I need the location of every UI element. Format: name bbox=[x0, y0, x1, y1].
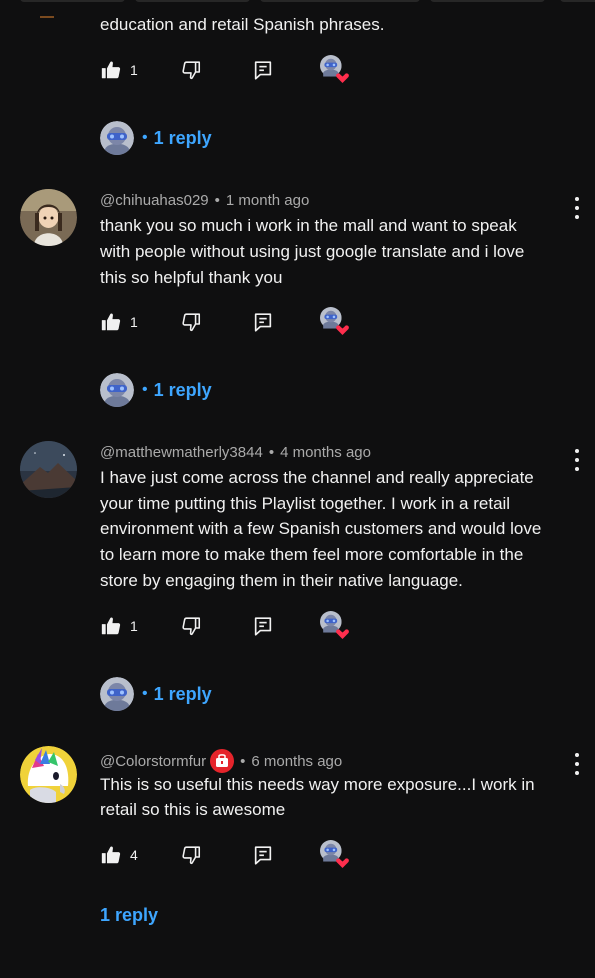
comment-actions: 1 bbox=[100, 613, 360, 639]
dislike-button[interactable] bbox=[180, 57, 202, 83]
comment-text-line: to learn more to make them feel more com… bbox=[100, 545, 524, 564]
dislike-button[interactable] bbox=[180, 842, 202, 868]
creator-heart-icon bbox=[320, 611, 349, 639]
more-vert-icon[interactable] bbox=[567, 197, 587, 219]
reply-separator: • bbox=[142, 129, 148, 146]
comment-text-line: with people without using just google tr… bbox=[100, 242, 525, 261]
filter-chip[interactable] bbox=[20, 0, 125, 2]
comment-meta: @chihuahas029 • 1 month ago bbox=[100, 192, 309, 209]
thumbs-up-icon bbox=[100, 59, 122, 81]
meta-separator: • bbox=[240, 752, 246, 770]
creator-heart-icon bbox=[320, 307, 349, 335]
comment-text-line: retail so this is awesome bbox=[100, 800, 286, 819]
like-count: 4 bbox=[130, 847, 138, 863]
meta-separator: • bbox=[268, 444, 275, 461]
reply-button[interactable] bbox=[252, 842, 274, 868]
comment-time[interactable]: 1 month ago bbox=[226, 192, 309, 209]
like-button[interactable]: 1 bbox=[100, 613, 138, 639]
like-button[interactable]: 1 bbox=[100, 57, 138, 83]
filter-chip[interactable] bbox=[135, 0, 250, 2]
comment-author[interactable]: @chihuahas029 bbox=[100, 192, 209, 209]
reply-button[interactable] bbox=[252, 309, 274, 335]
reply-comment-icon bbox=[252, 59, 274, 81]
creator-heart bbox=[320, 842, 350, 868]
view-replies[interactable]: • 1 reply bbox=[100, 121, 212, 155]
replier-avatar bbox=[100, 373, 134, 407]
reply-button[interactable] bbox=[252, 57, 274, 83]
reply-count-link[interactable]: 1 reply bbox=[154, 684, 212, 705]
creator-heart-icon bbox=[320, 840, 349, 868]
reply-button[interactable] bbox=[252, 613, 274, 639]
thumbs-down-icon bbox=[180, 311, 202, 333]
reply-comment-icon bbox=[252, 615, 274, 637]
thumbs-down-icon bbox=[180, 615, 202, 637]
thumbs-up-icon bbox=[100, 844, 122, 866]
creator-heart bbox=[320, 57, 350, 83]
filter-chip[interactable] bbox=[430, 0, 545, 2]
thumbs-up-icon bbox=[100, 615, 122, 637]
replier-avatar bbox=[100, 121, 134, 155]
comment-text-line: store by engaging them in their native l… bbox=[100, 571, 463, 590]
comment-text-line: education and retail Spanish phrases. bbox=[100, 15, 385, 34]
view-replies[interactable]: • 1 reply bbox=[100, 677, 212, 711]
more-vert-icon[interactable] bbox=[567, 753, 587, 775]
thumbs-down-icon bbox=[180, 844, 202, 866]
member-badge-icon bbox=[210, 749, 235, 773]
comment-text-line: your time putting this Playlist together… bbox=[100, 494, 511, 513]
like-count: 1 bbox=[130, 62, 138, 78]
like-button[interactable]: 4 bbox=[100, 842, 138, 868]
comment-actions: 1 bbox=[100, 57, 360, 83]
avatar-edge bbox=[40, 16, 54, 18]
like-count: 1 bbox=[130, 314, 138, 330]
view-replies[interactable]: 1 reply bbox=[100, 898, 158, 932]
filter-chip[interactable] bbox=[260, 0, 420, 2]
meta-separator: • bbox=[214, 192, 220, 209]
thumbs-up-icon bbox=[100, 311, 122, 333]
comment-author[interactable]: @matthewmatherly3844 bbox=[100, 444, 263, 461]
creator-heart bbox=[320, 613, 350, 639]
thumbs-down-icon bbox=[180, 59, 202, 81]
comment-actions: 1 bbox=[100, 309, 360, 335]
reply-separator: • bbox=[142, 381, 148, 398]
comment-actions: 4 bbox=[100, 842, 360, 868]
reply-separator: • bbox=[142, 685, 148, 702]
comment-time[interactable]: 6 months ago bbox=[251, 753, 342, 770]
top-filter-chips bbox=[0, 0, 595, 4]
view-replies[interactable]: • 1 reply bbox=[100, 373, 212, 407]
dislike-button[interactable] bbox=[180, 309, 202, 335]
like-count: 1 bbox=[130, 618, 138, 634]
more-vert-icon[interactable] bbox=[567, 449, 587, 471]
comment-author[interactable]: @Colorstormfur bbox=[100, 753, 206, 770]
reply-comment-icon bbox=[252, 844, 274, 866]
reply-comment-icon bbox=[252, 311, 274, 333]
comment-text-line: I have just come across the channel and … bbox=[100, 468, 534, 487]
replier-avatar bbox=[100, 677, 134, 711]
commenter-avatar[interactable] bbox=[20, 189, 77, 246]
commenter-avatar[interactable] bbox=[20, 746, 77, 803]
dislike-button[interactable] bbox=[180, 613, 202, 639]
comment-time[interactable]: 4 months ago bbox=[280, 444, 371, 461]
comment-meta: @Colorstormfur • 6 months ago bbox=[100, 749, 342, 773]
creator-heart bbox=[320, 309, 350, 335]
comment-text-line: environment with a few Spanish customers… bbox=[100, 519, 542, 538]
reply-count-link[interactable]: 1 reply bbox=[154, 128, 212, 149]
reply-count-link[interactable]: 1 reply bbox=[100, 905, 158, 926]
like-button[interactable]: 1 bbox=[100, 309, 138, 335]
commenter-avatar[interactable] bbox=[20, 441, 77, 498]
reply-count-link[interactable]: 1 reply bbox=[154, 380, 212, 401]
filter-chip[interactable] bbox=[560, 0, 595, 2]
comment-text-line: this so helpful thank you bbox=[100, 268, 283, 287]
comment-text-line: thank you so much i work in the mall and… bbox=[100, 216, 517, 235]
creator-heart-icon bbox=[320, 55, 349, 83]
comment-meta: @matthewmatherly3844 • 4 months ago bbox=[100, 444, 371, 461]
comment-text-line: This is so useful this needs way more ex… bbox=[100, 775, 535, 794]
